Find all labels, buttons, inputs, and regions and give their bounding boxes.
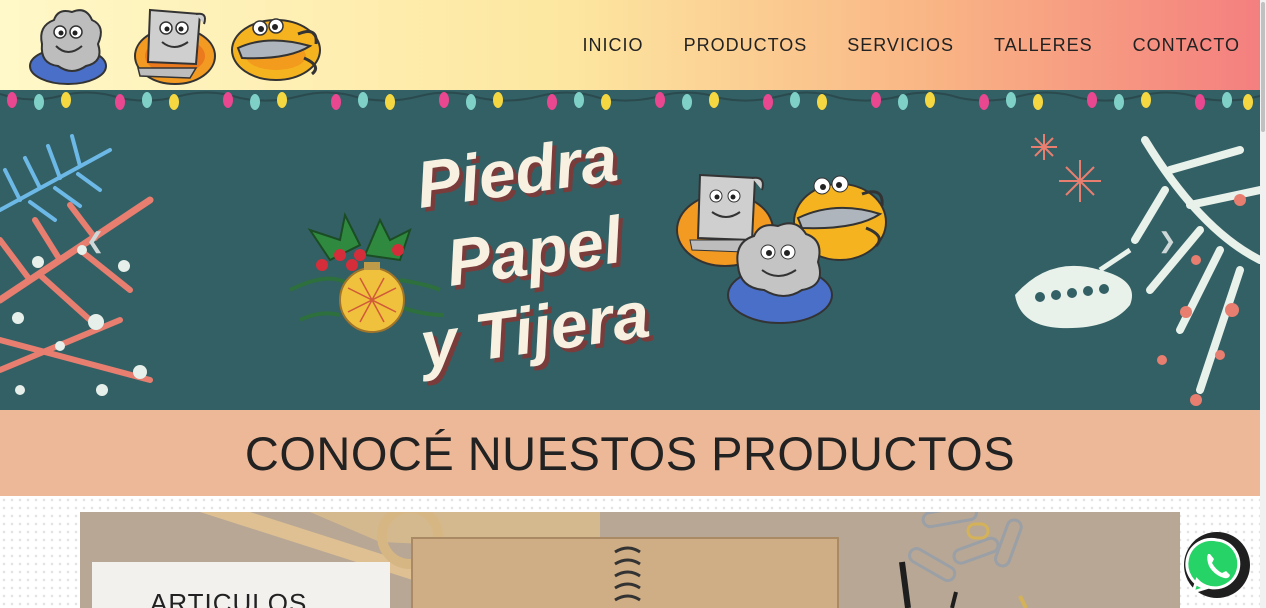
banner-artwork: Piedra Piedra Papel Papel y Tijera y Tij… — [0, 91, 1260, 406]
banner-title: Piedra Piedra Papel Papel y Tijera y Tij… — [412, 121, 658, 387]
products-heading-band: CONOCÉ NUESTOS PRODUCTOS — [0, 410, 1260, 496]
left-branch-decoration-icon — [0, 134, 154, 383]
carousel-prev-icon[interactable]: ❮ — [86, 230, 104, 252]
scrollbar[interactable] — [1260, 0, 1266, 608]
product-category-image[interactable]: ARTICULOS — [80, 512, 1180, 608]
category-card-label: ARTICULOS — [150, 588, 308, 608]
string-lights-icon — [0, 91, 1260, 110]
nav-item-contacto[interactable]: CONTACTO — [1113, 35, 1240, 55]
hero-banner: Piedra Piedra Papel Papel y Tijera y Tij… — [0, 90, 1260, 410]
site-header: INICIO PRODUCTOS SERVICIOS TALLERES CONT… — [0, 0, 1260, 90]
products-section: ARTICULOS — [0, 496, 1260, 608]
ornament-icon — [1015, 247, 1132, 329]
category-card[interactable]: ARTICULOS — [92, 562, 390, 608]
nav-item-talleres[interactable]: TALLERES — [974, 35, 1113, 55]
mascots-group-icon — [676, 173, 887, 324]
rock-mascot-icon — [29, 9, 107, 85]
star-sparkle-icon — [1031, 134, 1101, 202]
whatsapp-icon[interactable] — [1182, 530, 1252, 600]
paper-mascot-icon — [134, 8, 216, 85]
right-branch-decoration-icon — [1131, 136, 1260, 394]
section-heading: CONOCÉ NUESTOS PRODUCTOS — [244, 426, 1016, 480]
nav-item-inicio[interactable]: INICIO — [563, 35, 664, 55]
page: INICIO PRODUCTOS SERVICIOS TALLERES CONT… — [0, 0, 1266, 608]
carousel-next-icon[interactable]: ❯ — [1158, 230, 1176, 252]
logo[interactable] — [28, 4, 328, 88]
nav-item-productos[interactable]: PRODUCTOS — [664, 35, 828, 55]
svg-text:y Tijera: y Tijera — [413, 277, 654, 383]
nav-item-servicios[interactable]: SERVICIOS — [827, 35, 974, 55]
scissors-mascot-icon — [231, 18, 321, 81]
scrollbar-thumb[interactable] — [1261, 2, 1265, 132]
main-nav: INICIO PRODUCTOS SERVICIOS TALLERES CONT… — [563, 35, 1240, 55]
